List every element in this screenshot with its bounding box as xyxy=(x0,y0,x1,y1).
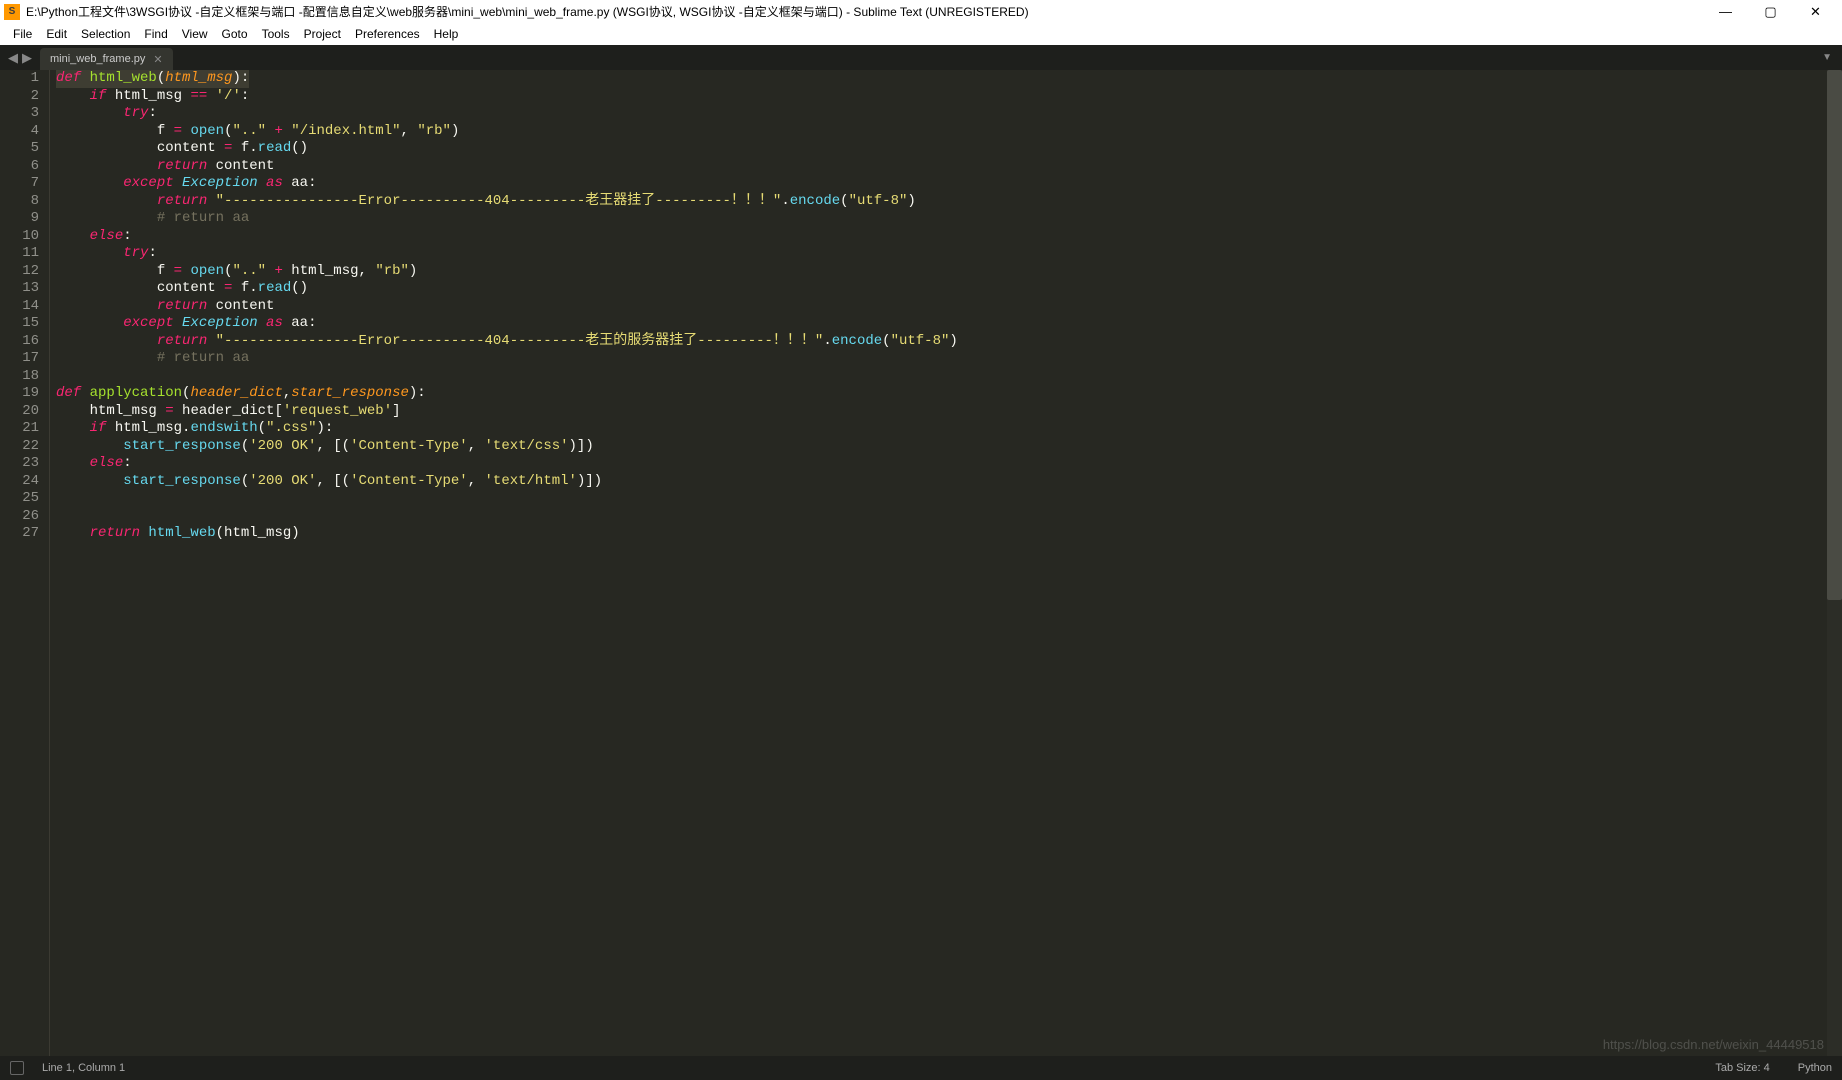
close-button[interactable]: ✕ xyxy=(1793,0,1838,23)
menu-view[interactable]: View xyxy=(175,27,215,41)
window-controls: — ▢ ✕ xyxy=(1703,0,1838,23)
nav-back-icon[interactable]: ◀ xyxy=(8,50,18,66)
titlebar: S E:\Python工程文件\3WSGI协议 -自定义框架与端口 -配置信息自… xyxy=(0,0,1842,23)
menu-tools[interactable]: Tools xyxy=(255,27,297,41)
menu-edit[interactable]: Edit xyxy=(39,27,74,41)
close-icon[interactable]: ✕ xyxy=(153,53,162,66)
editor[interactable]: 1234567891011121314151617181920212223242… xyxy=(0,70,1842,1056)
nav-arrows: ◀ ▶ xyxy=(0,50,40,66)
menu-preferences[interactable]: Preferences xyxy=(348,27,427,41)
menubar: File Edit Selection Find View Goto Tools… xyxy=(0,23,1842,45)
status-cursor-pos: Line 1, Column 1 xyxy=(42,1062,125,1074)
maximize-button[interactable]: ▢ xyxy=(1748,0,1793,23)
menu-project[interactable]: Project xyxy=(297,27,348,41)
statusbar: Line 1, Column 1 Tab Size: 4 Python xyxy=(0,1056,1842,1080)
app-icon: S xyxy=(4,4,20,20)
line-gutter: 1234567891011121314151617181920212223242… xyxy=(0,70,50,1056)
scrollbar-thumb[interactable] xyxy=(1827,70,1842,600)
menu-help[interactable]: Help xyxy=(427,27,466,41)
window-title: E:\Python工程文件\3WSGI协议 -自定义框架与端口 -配置信息自定义… xyxy=(26,3,1703,20)
tabs: mini_web_frame.py ✕ xyxy=(40,45,173,70)
menu-selection[interactable]: Selection xyxy=(74,27,137,41)
tab-row: ◀ ▶ mini_web_frame.py ✕ ▼ xyxy=(0,45,1842,70)
status-tab-size[interactable]: Tab Size: 4 xyxy=(1715,1062,1769,1074)
tab-mini-web-frame[interactable]: mini_web_frame.py ✕ xyxy=(40,48,173,70)
tab-label: mini_web_frame.py xyxy=(50,53,145,65)
menu-goto[interactable]: Goto xyxy=(215,27,255,41)
menu-file[interactable]: File xyxy=(6,27,39,41)
status-panel-icon[interactable] xyxy=(10,1061,24,1075)
code-area[interactable]: def html_web(html_msg): if html_msg == '… xyxy=(50,70,1827,1056)
menu-find[interactable]: Find xyxy=(137,27,174,41)
vertical-scrollbar[interactable] xyxy=(1827,70,1842,1056)
nav-forward-icon[interactable]: ▶ xyxy=(22,50,32,66)
tab-overflow-icon[interactable]: ▼ xyxy=(1822,52,1842,63)
minimize-button[interactable]: — xyxy=(1703,0,1748,23)
status-syntax[interactable]: Python xyxy=(1798,1062,1832,1074)
